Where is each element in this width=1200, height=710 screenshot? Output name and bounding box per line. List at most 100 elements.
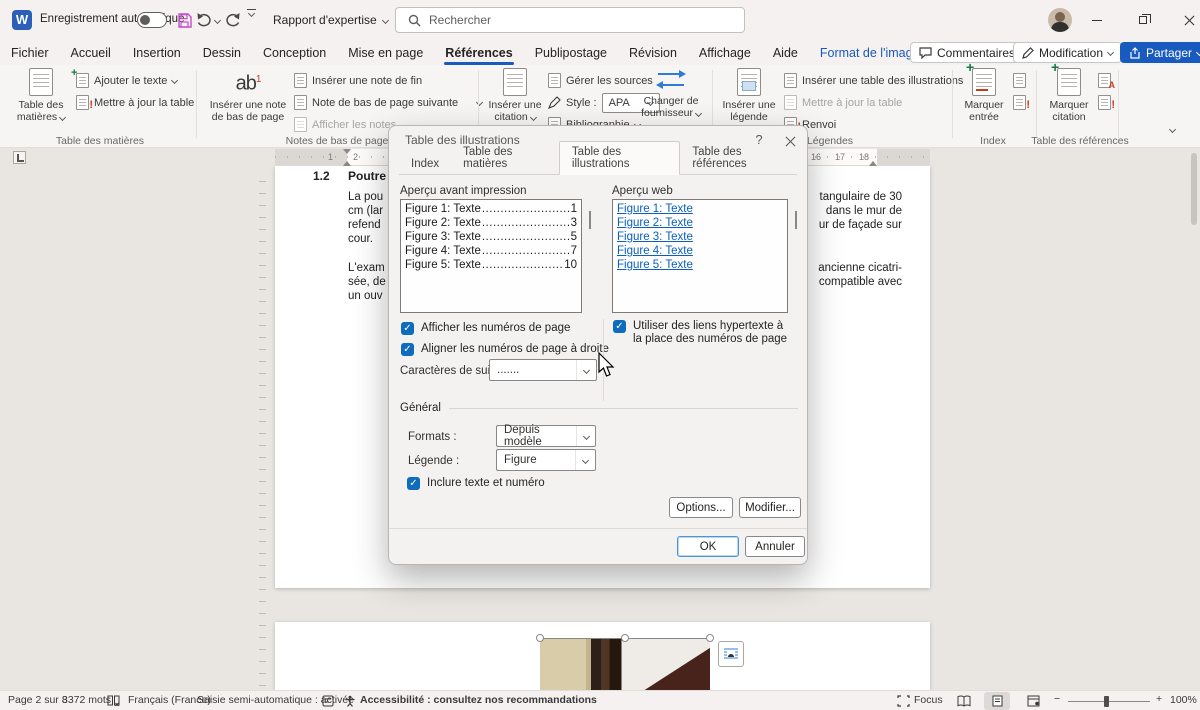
- minimize-button[interactable]: [1082, 8, 1112, 32]
- autosave-toggle[interactable]: [137, 12, 167, 28]
- print-layout-icon[interactable]: [992, 695, 1003, 707]
- avatar[interactable]: [1048, 8, 1072, 32]
- body-text-fragment: refend: [348, 219, 381, 231]
- dialog-tab-figures[interactable]: Table des illustrations: [559, 141, 680, 175]
- zoom-slider[interactable]: [1068, 701, 1150, 702]
- mark-entry-button[interactable]: Marquer entrée: [958, 68, 1010, 123]
- show-page-numbers-checkbox[interactable]: ✓ Afficher les numéros de page: [401, 322, 570, 335]
- update-toa-button[interactable]: [1098, 92, 1111, 113]
- add-text-button[interactable]: Ajouter le texte: [76, 70, 177, 91]
- hanging-indent-marker[interactable]: [343, 157, 351, 166]
- selection-handle[interactable]: [621, 634, 629, 642]
- web-preview-box[interactable]: Figure 1: Texte Figure 2: Texte Figure 3…: [612, 199, 788, 313]
- dialog-tab-toc[interactable]: Table des matières: [451, 143, 559, 174]
- close-button[interactable]: [1174, 8, 1200, 32]
- insert-caption-button[interactable]: Insérer une légende: [718, 68, 780, 123]
- mouse-cursor: [598, 352, 616, 379]
- tab-leader-select[interactable]: .......: [489, 359, 597, 381]
- customize-quick-access-button[interactable]: [247, 9, 256, 31]
- zoom-slider-thumb[interactable]: [1104, 696, 1109, 707]
- word-count[interactable]: 3372 mots: [62, 694, 111, 706]
- collapse-ribbon-icon[interactable]: [1169, 126, 1176, 133]
- right-indent-marker[interactable]: [869, 157, 877, 166]
- tab-insertion[interactable]: Insertion: [122, 43, 192, 63]
- restore-button[interactable]: [1128, 8, 1158, 32]
- editing-mode-button[interactable]: Modification: [1013, 42, 1122, 63]
- preview-scrollbar[interactable]: [795, 211, 797, 229]
- selected-picture[interactable]: [540, 638, 710, 690]
- change-provider-button[interactable]: Changer de fournisseur: [636, 68, 706, 119]
- ok-button[interactable]: OK: [677, 536, 739, 557]
- preview-scrollbar[interactable]: [589, 211, 591, 229]
- document-title[interactable]: Rapport d'expertise: [273, 13, 388, 27]
- tab-affichage[interactable]: Affichage: [688, 43, 762, 63]
- right-align-page-numbers-checkbox[interactable]: ✓ Aligner les numéros de page à droite: [401, 343, 609, 356]
- dialog-tab-index[interactable]: Index: [399, 155, 451, 174]
- undo-button[interactable]: [196, 9, 220, 31]
- tab-fichier[interactable]: Fichier: [0, 43, 60, 63]
- web-entry-link: Figure 1: Texte: [617, 202, 783, 216]
- read-mode-icon[interactable]: [957, 695, 971, 707]
- selection-handle[interactable]: [536, 634, 544, 642]
- insert-index-button[interactable]: [1013, 70, 1026, 91]
- zoom-in-button[interactable]: +: [1156, 693, 1162, 705]
- tab-aide[interactable]: Aide: [762, 43, 809, 63]
- next-footnote-button[interactable]: Note de bas de page suivante: [294, 92, 482, 113]
- mark-citation-button[interactable]: Marquer citation: [1042, 68, 1096, 123]
- update-index-button[interactable]: [1013, 92, 1026, 113]
- zoom-level[interactable]: 100%: [1170, 694, 1197, 706]
- scrollbar-thumb[interactable]: [1191, 153, 1197, 225]
- include-label-number-checkbox[interactable]: ✓ Inclure texte et numéro: [407, 477, 545, 490]
- group-label-index: Index: [958, 135, 1028, 147]
- tab-references[interactable]: Références: [434, 43, 523, 63]
- layout-options-button[interactable]: [718, 641, 744, 667]
- insert-table-figures-button[interactable]: Insérer une table des illustrations: [784, 70, 963, 91]
- update-figures-table-button[interactable]: Mettre à jour la table: [784, 92, 902, 113]
- zoom-out-button[interactable]: −: [1054, 693, 1060, 705]
- insert-footnote-button[interactable]: ab1 Insérer une note de bas de page: [206, 68, 290, 123]
- update-toc-button[interactable]: Mettre à jour la table: [76, 92, 194, 113]
- redo-button[interactable]: [224, 9, 241, 31]
- undo-icon: [196, 12, 213, 28]
- selection-handle[interactable]: [706, 634, 714, 642]
- page-indicator[interactable]: Page 2 sur 8: [8, 694, 68, 706]
- insert-endnote-button[interactable]: Insérer une note de fin: [294, 70, 422, 91]
- save-button[interactable]: [177, 9, 192, 31]
- print-entry: Figure 3: Texte: [405, 230, 481, 244]
- tab-stop-selector[interactable]: [13, 151, 26, 164]
- share-button[interactable]: Partager: [1120, 42, 1200, 63]
- tab-publipostage[interactable]: Publipostage: [524, 43, 618, 63]
- print-preview-box[interactable]: Figure 1: Texte1 Figure 2: Texte3 Figure…: [400, 199, 582, 313]
- caption-select[interactable]: Figure: [496, 449, 596, 471]
- proofing-icon[interactable]: [107, 695, 120, 707]
- use-hyperlinks-checkbox[interactable]: ✓ Utiliser des liens hypertexte à la pla…: [613, 320, 791, 346]
- show-notes-button[interactable]: Afficher les notes: [294, 114, 396, 135]
- tab-conception[interactable]: Conception: [252, 43, 337, 63]
- search-input[interactable]: Rechercher: [395, 7, 745, 33]
- vertical-scrollbar[interactable]: [1190, 151, 1199, 689]
- tab-dessin[interactable]: Dessin: [192, 43, 252, 63]
- vertical-ruler[interactable]: [259, 170, 266, 688]
- text-predictions-icon[interactable]: [322, 695, 334, 707]
- ruler-number: 2: [353, 152, 358, 162]
- toc-button[interactable]: Table des matières: [10, 68, 72, 123]
- accessibility-status[interactable]: Accessibilité : consultez nos recommanda…: [360, 694, 597, 706]
- tab-accueil[interactable]: Accueil: [60, 43, 122, 63]
- print-entry: Figure 1: Texte: [405, 202, 481, 216]
- document-page-2[interactable]: [275, 622, 930, 690]
- modify-button[interactable]: Modifier...: [739, 497, 801, 518]
- insert-toa-icon: [1098, 73, 1111, 88]
- focus-button[interactable]: Focus: [914, 694, 943, 706]
- insert-toa-button[interactable]: [1098, 70, 1111, 91]
- accessibility-icon[interactable]: [344, 695, 356, 707]
- formats-select[interactable]: Depuis modèle: [496, 425, 596, 447]
- insert-citation-button[interactable]: Insérer une citation: [486, 68, 544, 123]
- tab-mise-en-page[interactable]: Mise en page: [337, 43, 434, 63]
- word-logo-icon[interactable]: W: [12, 10, 32, 30]
- cancel-button[interactable]: Annuler: [745, 536, 805, 557]
- search-icon: [408, 14, 421, 27]
- web-layout-icon[interactable]: [1027, 695, 1040, 707]
- dialog-tab-authorities[interactable]: Table des références: [680, 143, 797, 174]
- tab-revision[interactable]: Révision: [618, 43, 688, 63]
- options-button[interactable]: Options...: [669, 497, 733, 518]
